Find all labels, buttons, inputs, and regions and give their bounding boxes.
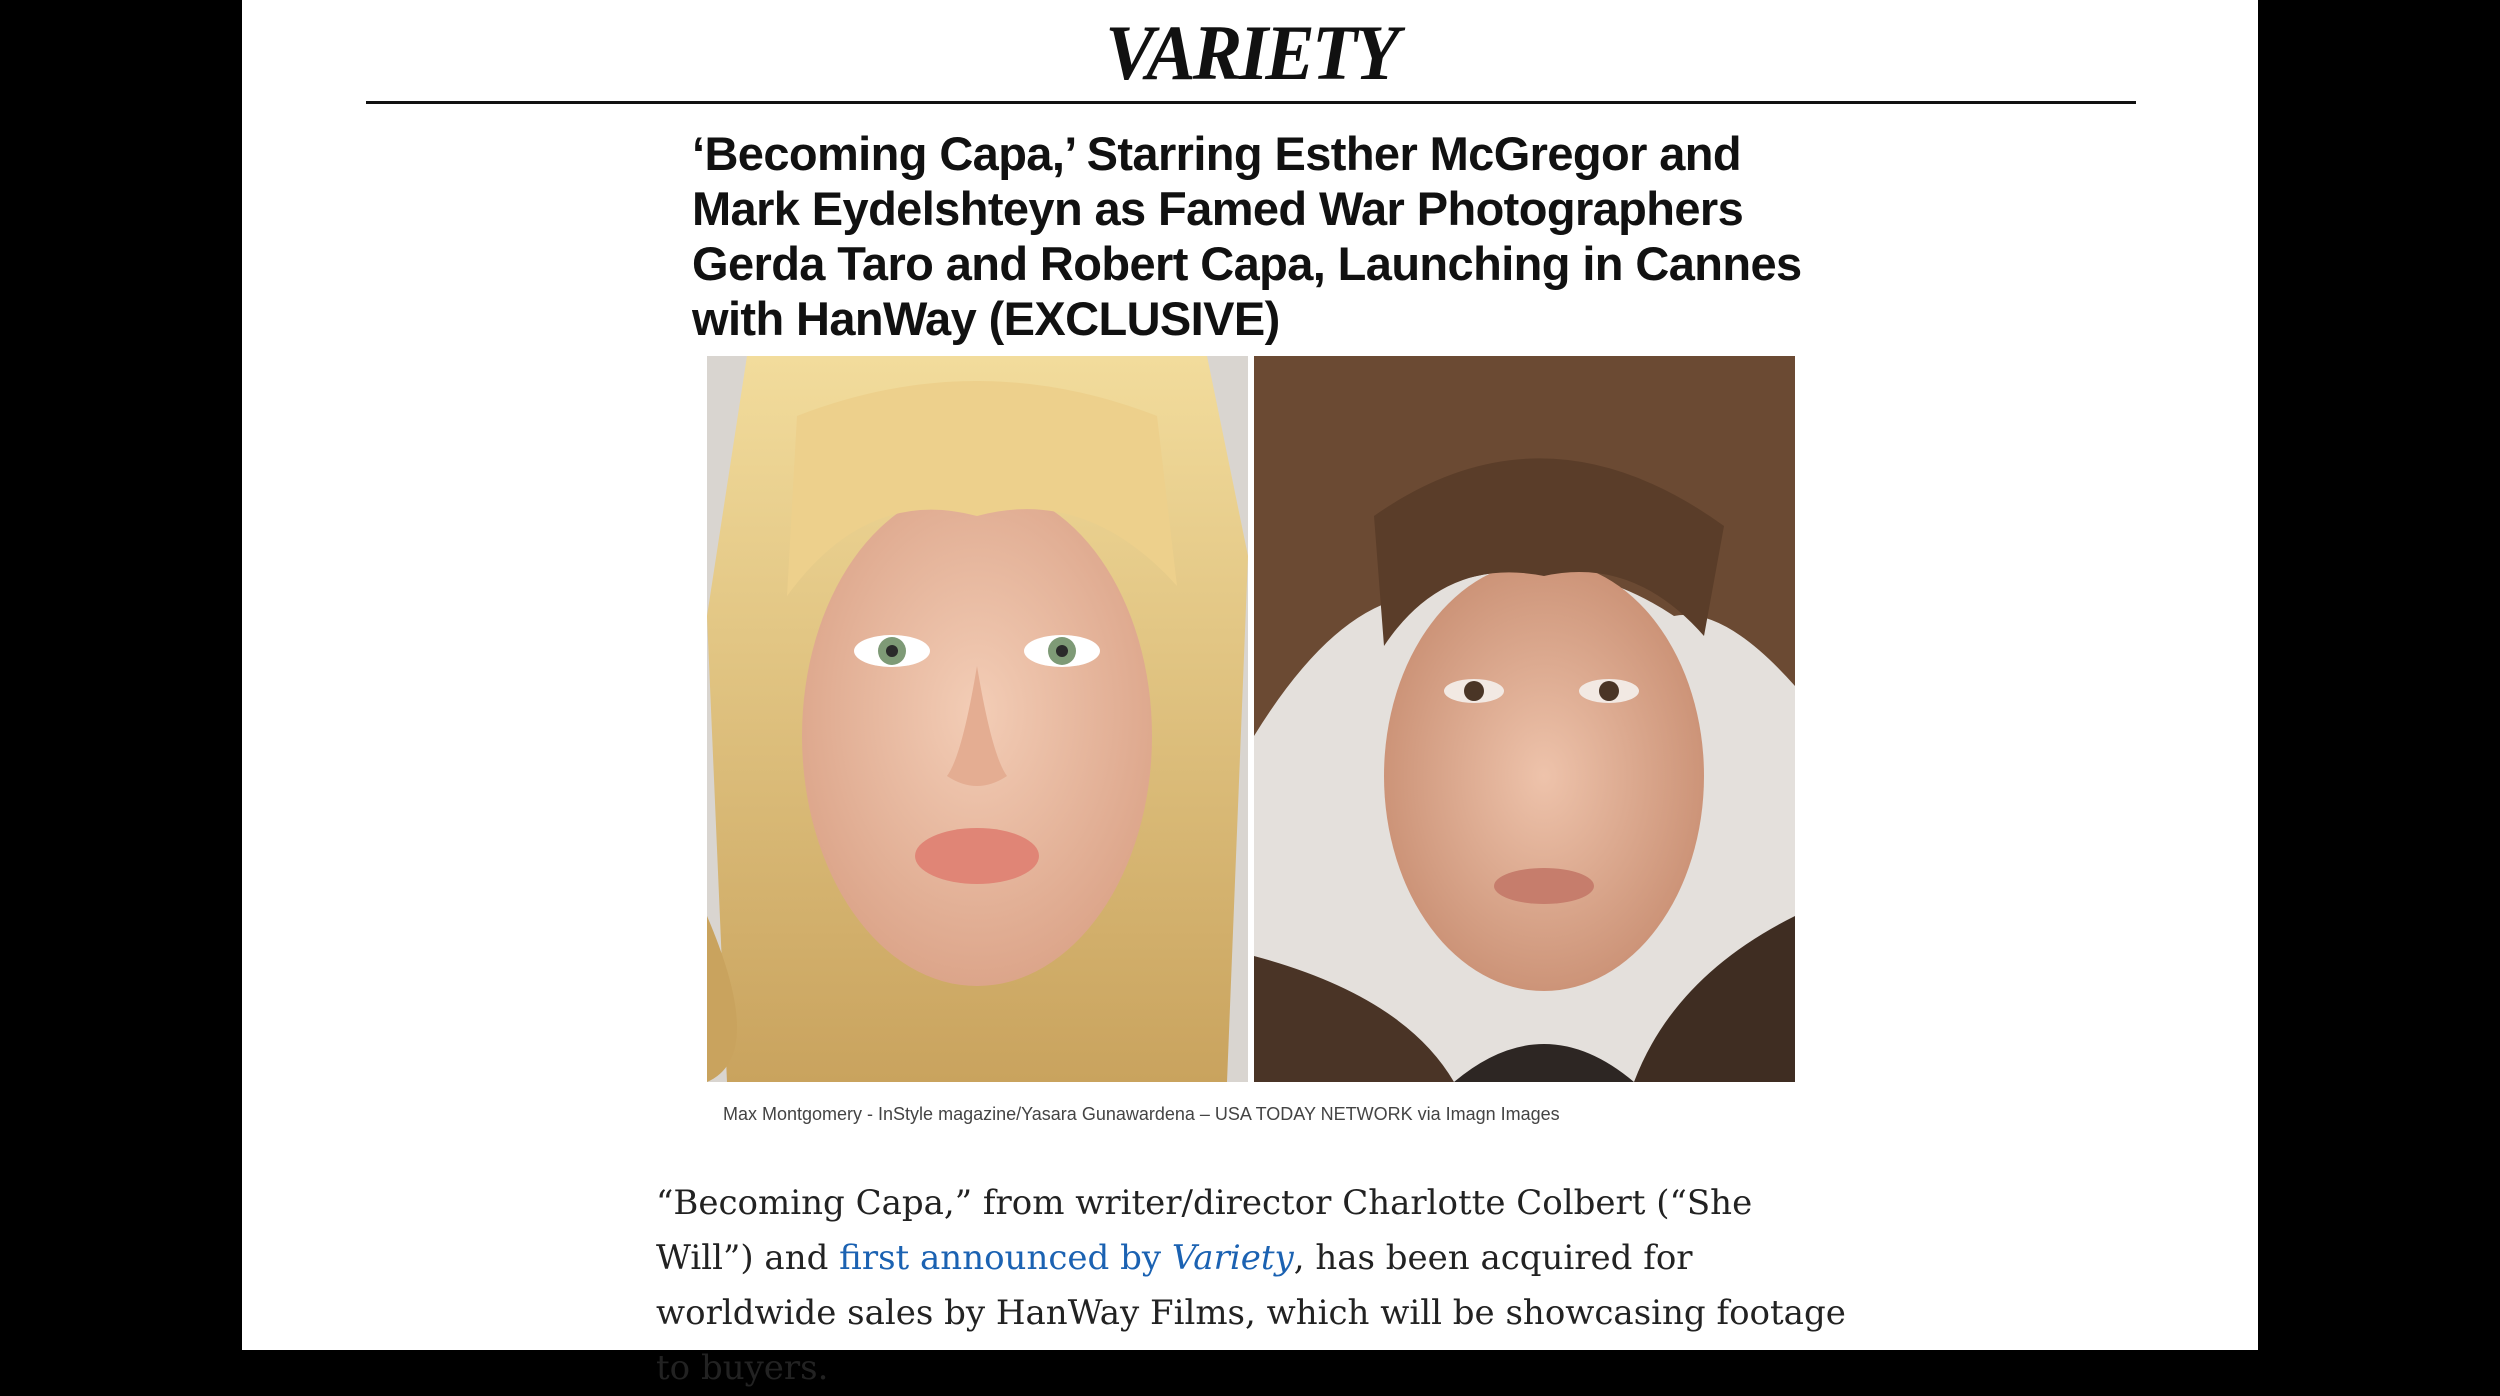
masthead: VARIETY <box>366 0 2136 104</box>
article-headline: ‘Becoming Capa,’ Starring Esther McGrego… <box>692 127 1802 345</box>
link-text[interactable]: first announced by <box>839 1238 1172 1278</box>
link-text-italic[interactable]: Variety <box>1172 1238 1294 1278</box>
esther-mcgregor-photo <box>707 356 1248 1082</box>
article-page: VARIETY ‘Becoming Capa,’ Starring Esther… <box>242 0 2258 1388</box>
variety-logo[interactable]: VARIETY <box>410 14 2092 92</box>
first-announced-link[interactable]: first announced by Variety <box>839 1238 1294 1278</box>
image-caption: Max Montgomery - InStyle magazine/Yasara… <box>723 1104 1560 1124</box>
mark-eydelshteyn-photo <box>1254 356 1795 1082</box>
article-paragraph: “Becoming Capa,” from writer/director Ch… <box>656 1176 1856 1396</box>
